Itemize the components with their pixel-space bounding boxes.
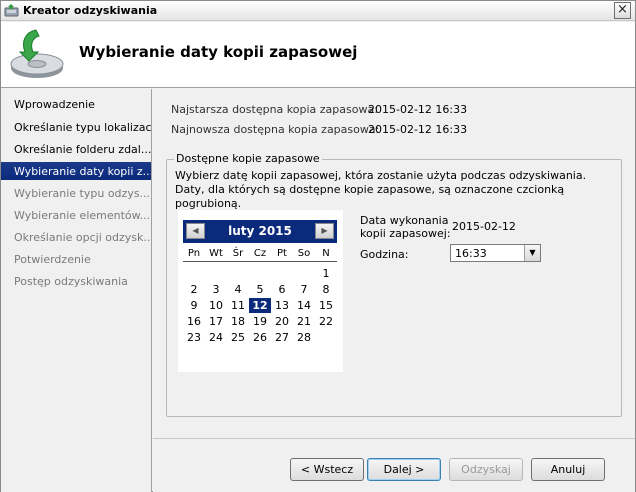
time-select-value: 16:33 <box>455 247 487 260</box>
calendar-day-selected[interactable]: 12 <box>249 298 271 313</box>
weekday-label: Śr <box>232 248 244 259</box>
calendar-day[interactable]: 19 <box>249 314 271 329</box>
calendar-day[interactable]: 21 <box>293 314 315 329</box>
weekday-label: N <box>322 248 330 259</box>
recovery-wizard-window: Kreator odzyskiwania × Wybieranie daty k… <box>0 0 636 492</box>
step-recovery-options: Określanie opcji odzysk... <box>14 231 151 244</box>
calendar-day[interactable]: 27 <box>271 330 293 345</box>
wizard-footer: < Wstecz Dalej > Odzyskaj Anuluj <box>153 438 635 492</box>
newest-backup-value: 2015-02-12 16:33 <box>368 123 468 136</box>
calendar-day[interactable]: 24 <box>205 330 227 345</box>
step-recovery-progress: Postęp odzyskiwania <box>14 275 128 288</box>
window-title: Kreator odzyskiwania <box>23 4 158 17</box>
step-select-items: Wybieranie elementów... <box>14 209 151 222</box>
calendar-month-label[interactable]: luty 2015 <box>183 224 337 238</box>
calendar-day[interactable]: 17 <box>205 314 227 329</box>
chevron-down-icon: ▼ <box>529 248 536 257</box>
backup-disk-icon <box>10 29 64 78</box>
chevron-right-icon: ▶ <box>321 226 328 235</box>
oldest-backup-label: Najstarsza dostępna kopia zapasowa: <box>171 103 378 116</box>
group-description: Wybierz datę kopii zapasowej, która zost… <box>175 169 587 210</box>
calendar-day[interactable]: 23 <box>183 330 205 345</box>
weekday-label: So <box>297 248 311 259</box>
time-label: Godzina: <box>360 248 409 261</box>
calendar-day[interactable]: 22 <box>315 314 337 329</box>
backup-date-label-line1: Data wykonania <box>360 214 449 227</box>
step-introduction[interactable]: Wprowadzenie <box>1 95 151 113</box>
calendar-day[interactable]: 20 <box>271 314 293 329</box>
time-select[interactable]: 16:33 ▼ <box>450 244 541 262</box>
weekday-label: Pn <box>187 248 201 259</box>
calendar-day[interactable]: 25 <box>227 330 249 345</box>
next-button[interactable]: Dalej > <box>367 458 441 481</box>
calendar-day[interactable]: 8 <box>315 282 337 297</box>
calendar-day[interactable]: 6 <box>271 282 293 297</box>
calendar-day[interactable]: 15 <box>315 298 337 313</box>
calendar-day[interactable]: 10 <box>205 298 227 313</box>
backup-calendar: ◀ luty 2015 ▶ Pn Wt Śr Cz Pt So N 1 2 3 4 5 6 7 8 9 10 1… <box>178 210 343 372</box>
cancel-button[interactable]: Anuluj <box>531 458 605 481</box>
calendar-day[interactable]: 26 <box>249 330 271 345</box>
step-confirmation: Potwierdzenie <box>14 253 91 266</box>
calendar-day[interactable]: 7 <box>293 282 315 297</box>
calendar-day[interactable]: 2 <box>183 282 205 297</box>
calendar-day[interactable]: 16 <box>183 314 205 329</box>
wizard-content: Najstarsza dostępna kopia zapasowa: 2015… <box>153 89 635 437</box>
calendar-day[interactable]: 14 <box>293 298 315 313</box>
step-remote-folder[interactable]: Określanie folderu zdal... <box>1 140 151 158</box>
page-title: Wybieranie daty kopii zapasowej <box>79 43 358 61</box>
calendar-day[interactable]: 3 <box>205 282 227 297</box>
close-icon: × <box>617 2 628 17</box>
next-month-button[interactable]: ▶ <box>315 223 334 239</box>
dropdown-button[interactable]: ▼ <box>524 245 540 261</box>
backup-date-value: 2015-02-12 <box>452 220 516 233</box>
calendar-day[interactable]: 28 <box>293 330 315 345</box>
calendar-day[interactable]: 9 <box>183 298 205 313</box>
calendar-day[interactable]: 1 <box>315 266 337 281</box>
app-icon <box>4 4 19 17</box>
back-button[interactable]: < Wstecz <box>290 458 364 481</box>
step-backup-date[interactable]: Wybieranie daty kopii z... <box>1 162 151 180</box>
calendar-day[interactable]: 18 <box>227 314 249 329</box>
newest-backup-label: Najnowsza dostępna kopia zapasowa: <box>171 123 380 136</box>
weekday-label: Cz <box>253 248 267 259</box>
wizard-steps-nav: Wprowadzenie Określanie typu lokalizacji… <box>1 89 152 492</box>
title-bar: Kreator odzyskiwania × <box>1 1 635 21</box>
calendar-day[interactable]: 13 <box>271 298 293 313</box>
calendar-day[interactable]: 4 <box>227 282 249 297</box>
group-title: Dostępne kopie zapasowe <box>174 152 322 165</box>
calendar-header: ◀ luty 2015 ▶ <box>183 220 337 243</box>
oldest-backup-value: 2015-02-12 16:33 <box>368 103 468 116</box>
close-button[interactable]: × <box>614 2 631 19</box>
step-location-type[interactable]: Określanie typu lokalizacji <box>1 118 151 136</box>
weekday-label: Wt <box>209 248 223 259</box>
calendar-day[interactable]: 5 <box>249 282 271 297</box>
calendar-day[interactable]: 11 <box>227 298 249 313</box>
weekday-label: Pt <box>277 248 287 259</box>
backup-date-label-line2: kopii zapasowej: <box>360 227 451 240</box>
recover-button: Odzyskaj <box>449 458 523 481</box>
weekday-header-row: Pn Wt Śr Cz Pt So N <box>183 248 337 262</box>
available-backups-group: Dostępne kopie zapasowe Wybierz datę kop… <box>166 152 622 417</box>
step-recovery-type: Wybieranie typu odzys... <box>14 187 151 200</box>
wizard-header: Wybieranie daty kopii zapasowej <box>1 22 635 88</box>
